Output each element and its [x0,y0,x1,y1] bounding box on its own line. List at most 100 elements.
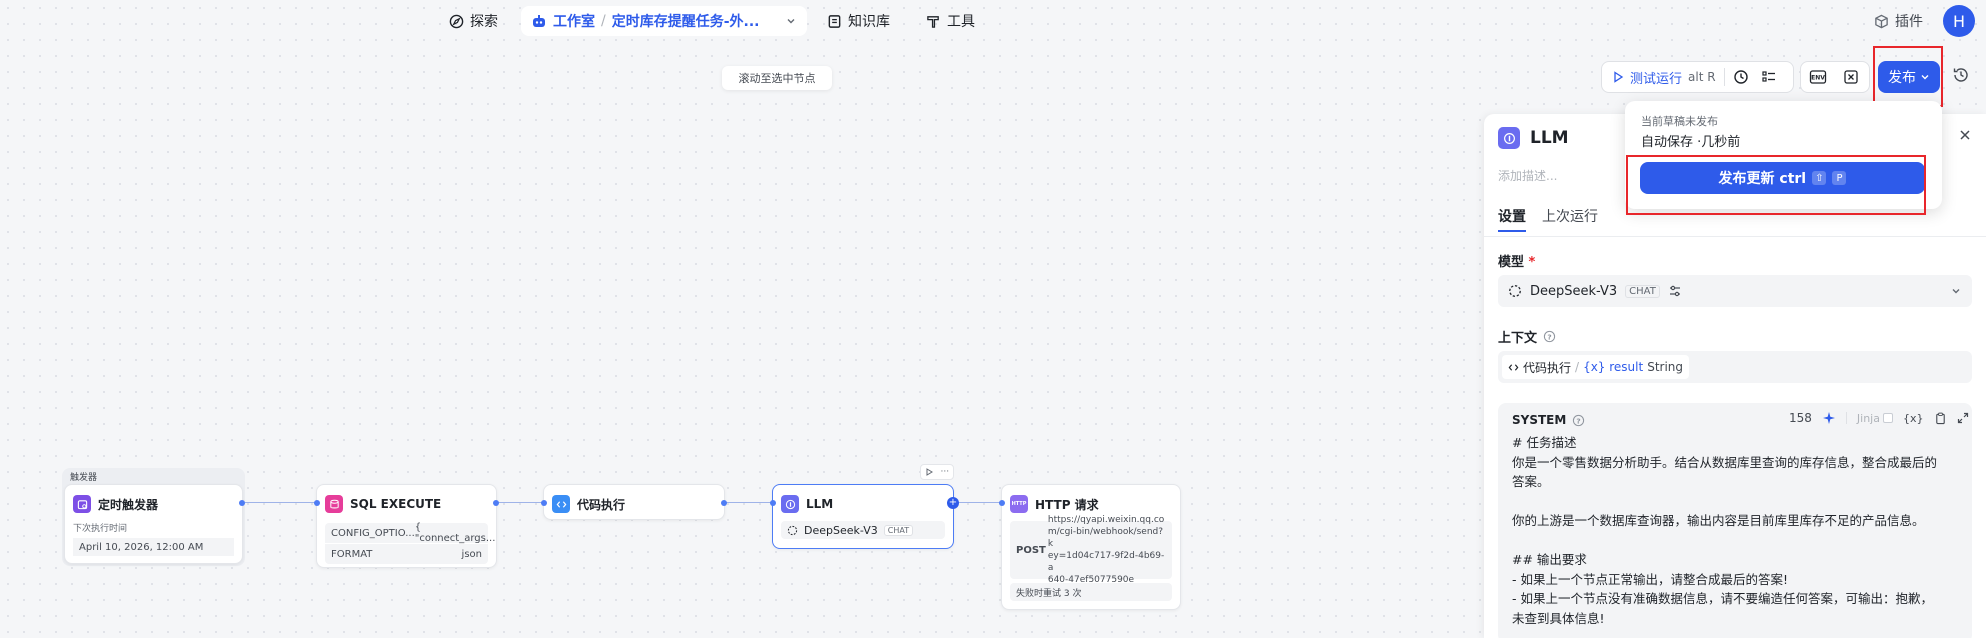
workflow-breadcrumb[interactable]: 工作室 / 定时库存提醒任务-外... [521,6,807,36]
more-icon[interactable]: ··· [941,468,950,477]
nav-knowledge-label: 知识库 [848,14,890,30]
llm-model-row: DeepSeek-V3 CHAT [781,521,945,539]
context-sep: / [1575,360,1580,374]
tab-settings[interactable]: 设置 [1498,206,1526,232]
test-run-label: 测试运行 [1630,71,1683,87]
nav-studio-label[interactable]: 工作室 [553,11,595,31]
llm-icon [1498,127,1520,149]
help-icon[interactable]: ? [1543,330,1556,343]
book-icon [827,14,842,29]
model-select[interactable]: DeepSeek-V3 CHAT [1498,275,1972,307]
output-port[interactable] [493,500,499,506]
node-code[interactable]: 代码执行 [541,484,727,520]
http-icon: HTTP [1010,495,1028,513]
system-prompt-text[interactable]: # 任务描述 你是一个零售数据分析助手。结合从数据库里查询的库存信息，整合成最后… [1512,433,1960,628]
jinja-checkbox[interactable] [1882,413,1893,423]
breadcrumb-separator: / [601,13,606,29]
description-input[interactable]: 添加描述... [1498,167,1557,184]
model-label: 模型 * [1498,251,1535,270]
database-icon [325,495,343,513]
workflow-name[interactable]: 定时库存提醒任务-外... [612,11,779,31]
timer-icon [73,495,91,513]
help-icon[interactable]: ? [1572,414,1585,427]
input-port[interactable] [770,500,776,506]
node-sql-execute[interactable]: SQL EXECUTE CONFIG_OPTIO... { "connect_a… [314,484,499,568]
jinja-toggle[interactable]: Jinja [1857,412,1893,425]
context-label-text: 上下文 [1498,331,1538,346]
system-prompt-editor[interactable]: SYSTEM ? 158 Jinja {x} # 任务描述 你是一个零售数据分析… [1498,403,1972,638]
nav-tools-label: 工具 [947,14,975,30]
context-field[interactable]: 代码执行 / {x} result String [1498,351,1972,383]
add-node-button[interactable]: + [947,497,959,509]
history-icon [1952,66,1970,84]
chevron-down-icon [1950,285,1962,297]
http-title: HTTP 请求 [1035,497,1099,512]
node-http-request[interactable]: HTTP HTTP 请求 POST https://qyapi.weixin.q… [999,484,1181,610]
input-port[interactable] [999,500,1005,506]
edge-trigger-sql [243,502,316,503]
node-quick-actions: ··· [920,464,954,480]
run-toolbar-group: 测试运行 alt R [1601,61,1794,93]
panel-header: LLM [1498,127,1569,149]
variable-x-icon [1843,69,1859,85]
env-toolbar-group: ENV [1800,61,1870,93]
model-badge: CHAT [1625,284,1660,298]
http-url: https://qyapi.weixin.qq.co m/cgi-bin/web… [1048,514,1166,586]
trigger-title: 定时触发器 [98,497,159,512]
trigger-next-run: April 10, 2026, 12:00 AM [73,538,234,556]
output-port[interactable] [721,500,727,506]
insert-variable-icon[interactable]: {x} [1903,412,1924,425]
highlight-box-publish [1873,46,1943,107]
prompt-line: - 如果上一个节点正常输出，请整合成最后的答案! [1512,571,1788,587]
llm-icon [781,495,799,513]
play-icon [1612,71,1624,83]
http-method: POST [1016,544,1046,556]
version-history-button[interactable] [1952,66,1970,84]
play-icon[interactable] [925,468,933,476]
context-label: 上下文 ? [1498,327,1556,346]
context-var: {x} result [1583,360,1644,374]
system-tools: 158 Jinja {x} [1789,411,1969,425]
sliders-icon[interactable] [1668,284,1682,298]
sql-row-config: CONFIG_OPTIO... { "connect_args... [325,522,495,544]
nav-knowledge[interactable]: 知识库 [827,7,890,35]
prompt-line: - 如果上一个节点没有准确数据信息，请不要编造任何答案，可输出：抱歉， [1512,591,1933,606]
sql-row2-val: json [461,548,482,560]
nav-plugins[interactable]: 插件 [1874,7,1923,35]
scroll-to-selected-button[interactable]: 滚动至选中节点 [722,66,832,90]
draft-status: 当前草稿未发布 [1641,115,1718,128]
env-button[interactable]: ENV [1801,62,1835,92]
sparkle-icon[interactable] [1822,411,1836,425]
variables-button[interactable] [1835,62,1867,92]
tab-settings-label: 设置 [1498,209,1526,225]
test-run-button[interactable]: 测试运行 alt R [1602,62,1722,92]
svg-text:?: ? [1547,332,1551,341]
output-port[interactable] [239,500,245,506]
input-port[interactable] [541,500,547,506]
copy-icon[interactable] [1934,412,1947,425]
nav-explore[interactable]: 探索 [449,7,498,35]
deepseek-icon [787,525,798,536]
prompt-line: # 任务描述 [1512,435,1577,450]
hammer-icon [926,14,941,29]
expand-icon[interactable] [1957,412,1969,424]
llm-node-badge: CHAT [883,524,914,536]
required-mark: * [1528,255,1536,270]
test-set-button[interactable] [1755,62,1783,92]
user-avatar[interactable]: H [1943,5,1975,37]
tools-divider [1845,412,1847,424]
close-panel-button[interactable] [1958,128,1972,142]
input-port[interactable] [314,500,320,506]
nav-tools[interactable]: 工具 [926,7,975,35]
panel-title: LLM [1530,128,1569,148]
llm-node-title: LLM [806,497,834,511]
trigger-field-label: 下次执行时间 [73,524,128,534]
node-llm[interactable]: LLM DeepSeek-V3 CHAT + [770,484,959,549]
tab-last-run[interactable]: 上次运行 [1542,206,1598,226]
run-history-button[interactable] [1727,62,1755,92]
node-timer-trigger[interactable]: 定时触发器 下次执行时间 April 10, 2026, 12:00 AM [64,484,245,564]
cube-icon [1874,14,1889,29]
chevron-down-icon[interactable] [785,15,797,27]
autosave-status: 自动保存 ·几秒前 [1641,135,1741,150]
system-label: SYSTEM [1512,413,1567,427]
